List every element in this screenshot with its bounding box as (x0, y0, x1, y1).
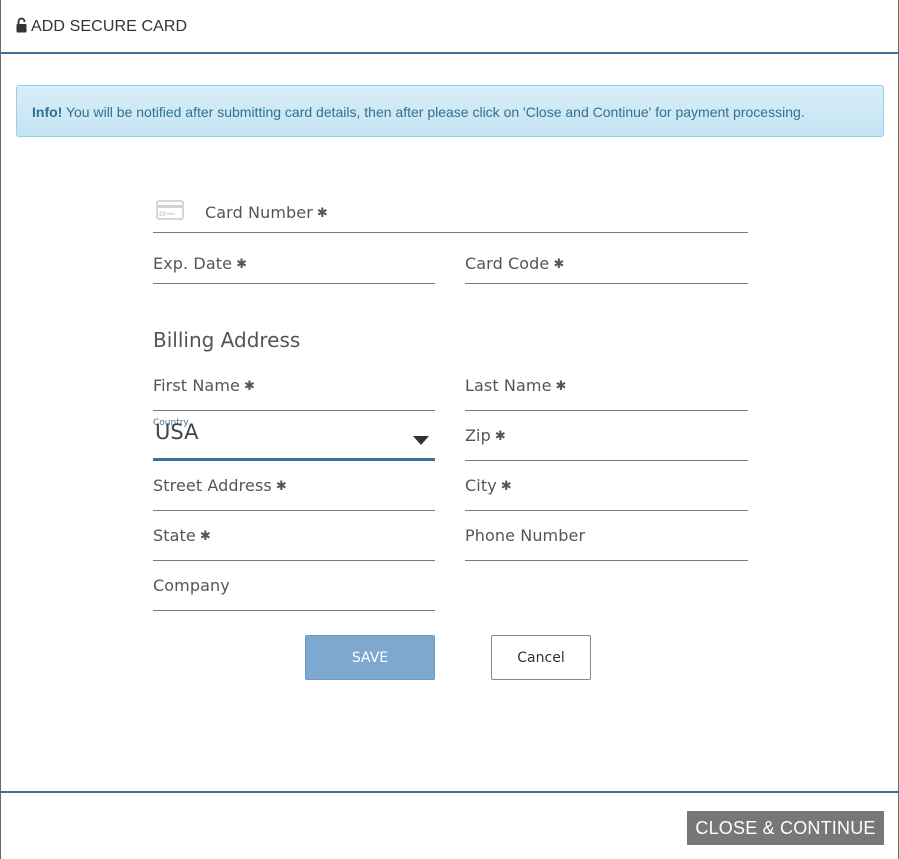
country-value: USA (155, 420, 199, 444)
info-message: You will be notified after submitting ca… (62, 104, 805, 120)
last-name-field[interactable]: Last Name ✱ (465, 372, 748, 411)
zip-field[interactable]: Zip ✱ (465, 422, 748, 461)
modal-title: ADD SECURE CARD (31, 18, 188, 35)
card-code-field[interactable]: Card Code ✱ (465, 250, 748, 284)
info-text: Info! You will be notified after submitt… (32, 104, 805, 120)
required-marker: ✱ (494, 429, 506, 444)
city-label-text: City (465, 476, 497, 495)
company-label: Company (153, 576, 230, 595)
exp-date-label-text: Exp. Date (153, 254, 233, 273)
company-field[interactable]: Company (153, 572, 435, 611)
street-address-label-text: Street Address (153, 476, 272, 495)
modal-header: ADD SECURE CARD (1, 0, 898, 54)
credit-card-icon (156, 200, 184, 220)
phone-number-label: Phone Number (465, 526, 586, 545)
state-field[interactable]: State ✱ (153, 522, 435, 561)
first-name-label: First Name ✱ (153, 376, 255, 395)
first-name-field[interactable]: First Name ✱ (153, 372, 435, 411)
city-label: City ✱ (465, 476, 512, 495)
exp-date-field[interactable]: Exp. Date ✱ (153, 250, 435, 284)
street-address-field[interactable]: Street Address ✱ (153, 472, 435, 511)
street-address-label: Street Address ✱ (153, 476, 287, 495)
required-marker: ✱ (275, 479, 287, 494)
zip-label: Zip ✱ (465, 426, 506, 445)
exp-date-label: Exp. Date ✱ (153, 254, 247, 273)
state-label: State ✱ (153, 526, 211, 545)
country-select[interactable]: Country USA (153, 415, 435, 461)
required-marker: ✱ (555, 379, 567, 394)
required-marker: ✱ (553, 257, 565, 272)
zip-label-text: Zip (465, 426, 491, 445)
caret-down-icon (413, 436, 429, 445)
info-strong: Info! (32, 104, 63, 120)
required-marker: ✱ (236, 257, 248, 272)
last-name-label: Last Name ✱ (465, 376, 567, 395)
required-marker: ✱ (316, 206, 328, 221)
add-card-modal: ADD SECURE CARD Info! You will be notifi… (0, 0, 899, 859)
first-name-label-text: First Name (153, 376, 240, 395)
state-label-text: State (153, 526, 196, 545)
lock-icon (16, 17, 27, 33)
required-marker: ✱ (199, 529, 211, 544)
info-alert: Info! You will be notified after submitt… (16, 85, 884, 137)
modal-footer: CLOSE & CONTINUE (1, 791, 898, 859)
last-name-label-text: Last Name (465, 376, 552, 395)
save-button[interactable]: SAVE (305, 635, 435, 680)
required-marker: ✱ (500, 479, 512, 494)
required-marker: ✱ (243, 379, 255, 394)
city-field[interactable]: City ✱ (465, 472, 748, 511)
card-number-label: Card Number ✱ (205, 203, 328, 222)
phone-number-field[interactable]: Phone Number (465, 522, 748, 561)
card-code-label: Card Code ✱ (465, 254, 564, 273)
card-code-label-text: Card Code (465, 254, 550, 273)
cancel-button[interactable]: Cancel (491, 635, 591, 680)
card-number-label-text: Card Number (205, 203, 313, 222)
card-number-field[interactable]: Card Number ✱ (153, 195, 748, 233)
billing-address-title: Billing Address (153, 328, 301, 352)
close-and-continue-button[interactable]: CLOSE & CONTINUE (687, 811, 884, 845)
